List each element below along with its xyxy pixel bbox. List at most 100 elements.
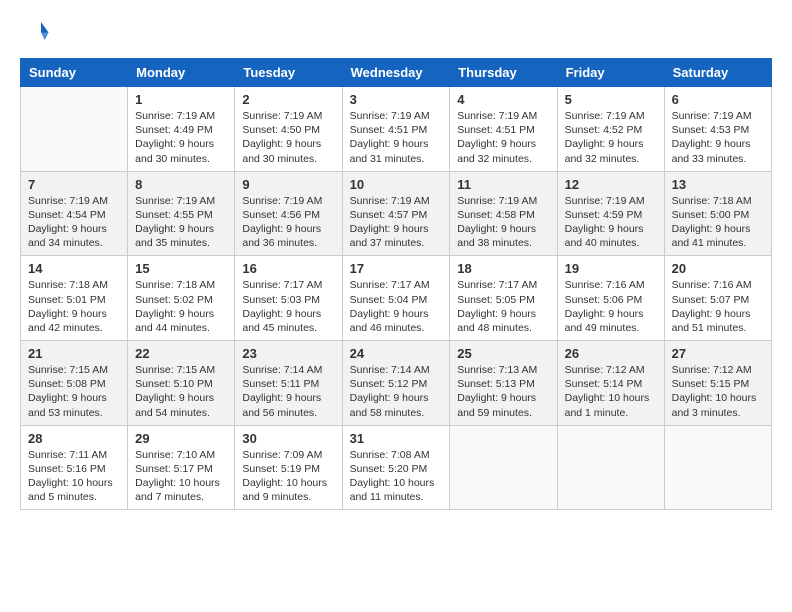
calendar-week-row: 7 Sunrise: 7:19 AM Sunset: 4:54 PM Daylig… bbox=[21, 171, 772, 256]
day-number: 10 bbox=[350, 177, 443, 192]
day-number: 21 bbox=[28, 346, 120, 361]
column-header-tuesday: Tuesday bbox=[235, 59, 342, 87]
day-info: Sunrise: 7:08 AM Sunset: 5:20 PM Dayligh… bbox=[350, 448, 443, 505]
day-number: 26 bbox=[565, 346, 657, 361]
day-number: 3 bbox=[350, 92, 443, 107]
day-number: 2 bbox=[242, 92, 334, 107]
calendar-cell: 2 Sunrise: 7:19 AM Sunset: 4:50 PM Daylig… bbox=[235, 87, 342, 172]
calendar-cell: 22Sunrise: 7:15 AM Sunset: 5:10 PM Dayli… bbox=[128, 341, 235, 426]
day-number: 27 bbox=[672, 346, 764, 361]
calendar-cell bbox=[557, 425, 664, 510]
calendar-header-row: SundayMondayTuesdayWednesdayThursdayFrid… bbox=[21, 59, 772, 87]
calendar-cell: 7 Sunrise: 7:19 AM Sunset: 4:54 PM Daylig… bbox=[21, 171, 128, 256]
day-info: Sunrise: 7:15 AM Sunset: 5:08 PM Dayligh… bbox=[28, 363, 120, 420]
calendar-cell: 1 Sunrise: 7:19 AM Sunset: 4:49 PM Daylig… bbox=[128, 87, 235, 172]
day-info: Sunrise: 7:19 AM Sunset: 4:51 PM Dayligh… bbox=[350, 109, 443, 166]
day-number: 15 bbox=[135, 261, 227, 276]
calendar-cell: 6Sunrise: 7:19 AM Sunset: 4:53 PM Daylig… bbox=[664, 87, 771, 172]
day-number: 16 bbox=[242, 261, 334, 276]
day-number: 11 bbox=[457, 177, 549, 192]
calendar-cell: 9Sunrise: 7:19 AM Sunset: 4:56 PM Daylig… bbox=[235, 171, 342, 256]
day-number: 23 bbox=[242, 346, 334, 361]
column-header-friday: Friday bbox=[557, 59, 664, 87]
calendar-cell bbox=[664, 425, 771, 510]
day-info: Sunrise: 7:19 AM Sunset: 4:58 PM Dayligh… bbox=[457, 194, 549, 251]
calendar-week-row: 14Sunrise: 7:18 AM Sunset: 5:01 PM Dayli… bbox=[21, 256, 772, 341]
calendar-cell: 15 Sunrise: 7:18 AM Sunset: 5:02 PM Dayli… bbox=[128, 256, 235, 341]
day-number: 13 bbox=[672, 177, 764, 192]
day-number: 30 bbox=[242, 431, 334, 446]
calendar-cell: 8Sunrise: 7:19 AM Sunset: 4:55 PM Daylig… bbox=[128, 171, 235, 256]
day-info: Sunrise: 7:19 AM Sunset: 4:57 PM Dayligh… bbox=[350, 194, 443, 251]
day-info: Sunrise: 7:19 AM Sunset: 4:54 PM Dayligh… bbox=[28, 194, 120, 251]
day-number: 1 bbox=[135, 92, 227, 107]
logo-icon bbox=[20, 16, 50, 46]
calendar-cell: 12Sunrise: 7:19 AM Sunset: 4:59 PM Dayli… bbox=[557, 171, 664, 256]
day-number: 14 bbox=[28, 261, 120, 276]
day-info: Sunrise: 7:18 AM Sunset: 5:00 PM Dayligh… bbox=[672, 194, 764, 251]
day-info: Sunrise: 7:12 AM Sunset: 5:15 PM Dayligh… bbox=[672, 363, 764, 420]
column-header-saturday: Saturday bbox=[664, 59, 771, 87]
day-info: Sunrise: 7:16 AM Sunset: 5:07 PM Dayligh… bbox=[672, 278, 764, 335]
calendar-cell: 3 Sunrise: 7:19 AM Sunset: 4:51 PM Daylig… bbox=[342, 87, 450, 172]
day-info: Sunrise: 7:14 AM Sunset: 5:11 PM Dayligh… bbox=[242, 363, 334, 420]
column-header-monday: Monday bbox=[128, 59, 235, 87]
calendar-cell: 23 Sunrise: 7:14 AM Sunset: 5:11 PM Dayli… bbox=[235, 341, 342, 426]
calendar-week-row: 21 Sunrise: 7:15 AM Sunset: 5:08 PM Dayli… bbox=[21, 341, 772, 426]
column-header-wednesday: Wednesday bbox=[342, 59, 450, 87]
day-number: 7 bbox=[28, 177, 120, 192]
calendar-cell: 25 Sunrise: 7:13 AM Sunset: 5:13 PM Dayli… bbox=[450, 341, 557, 426]
day-info: Sunrise: 7:14 AM Sunset: 5:12 PM Dayligh… bbox=[350, 363, 443, 420]
day-info: Sunrise: 7:19 AM Sunset: 4:52 PM Dayligh… bbox=[565, 109, 657, 166]
logo bbox=[20, 16, 54, 46]
calendar-cell: 10 Sunrise: 7:19 AM Sunset: 4:57 PM Dayli… bbox=[342, 171, 450, 256]
calendar-cell: 30 Sunrise: 7:09 AM Sunset: 5:19 PM Dayli… bbox=[235, 425, 342, 510]
calendar-cell: 20 Sunrise: 7:16 AM Sunset: 5:07 PM Dayli… bbox=[664, 256, 771, 341]
calendar-cell bbox=[21, 87, 128, 172]
day-number: 4 bbox=[457, 92, 549, 107]
day-number: 19 bbox=[565, 261, 657, 276]
day-info: Sunrise: 7:19 AM Sunset: 4:49 PM Dayligh… bbox=[135, 109, 227, 166]
day-info: Sunrise: 7:18 AM Sunset: 5:02 PM Dayligh… bbox=[135, 278, 227, 335]
day-number: 28 bbox=[28, 431, 120, 446]
day-info: Sunrise: 7:16 AM Sunset: 5:06 PM Dayligh… bbox=[565, 278, 657, 335]
calendar-cell: 27 Sunrise: 7:12 AM Sunset: 5:15 PM Dayli… bbox=[664, 341, 771, 426]
calendar-cell: 13 Sunrise: 7:18 AM Sunset: 5:00 PM Dayli… bbox=[664, 171, 771, 256]
calendar-week-row: 1 Sunrise: 7:19 AM Sunset: 4:49 PM Daylig… bbox=[21, 87, 772, 172]
column-header-sunday: Sunday bbox=[21, 59, 128, 87]
day-number: 25 bbox=[457, 346, 549, 361]
day-number: 9 bbox=[242, 177, 334, 192]
day-info: Sunrise: 7:19 AM Sunset: 4:50 PM Dayligh… bbox=[242, 109, 334, 166]
calendar-cell: 5 Sunrise: 7:19 AM Sunset: 4:52 PM Daylig… bbox=[557, 87, 664, 172]
day-info: Sunrise: 7:11 AM Sunset: 5:16 PM Dayligh… bbox=[28, 448, 120, 505]
day-info: Sunrise: 7:12 AM Sunset: 5:14 PM Dayligh… bbox=[565, 363, 657, 420]
day-number: 29 bbox=[135, 431, 227, 446]
day-number: 6 bbox=[672, 92, 764, 107]
day-number: 8 bbox=[135, 177, 227, 192]
day-number: 5 bbox=[565, 92, 657, 107]
calendar-cell: 19 Sunrise: 7:16 AM Sunset: 5:06 PM Dayli… bbox=[557, 256, 664, 341]
calendar-cell: 29 Sunrise: 7:10 AM Sunset: 5:17 PM Dayli… bbox=[128, 425, 235, 510]
day-info: Sunrise: 7:19 AM Sunset: 4:59 PM Dayligh… bbox=[565, 194, 657, 251]
calendar-cell: 16 Sunrise: 7:17 AM Sunset: 5:03 PM Dayli… bbox=[235, 256, 342, 341]
calendar-table: SundayMondayTuesdayWednesdayThursdayFrid… bbox=[20, 58, 772, 510]
day-number: 22 bbox=[135, 346, 227, 361]
calendar-cell: 14Sunrise: 7:18 AM Sunset: 5:01 PM Dayli… bbox=[21, 256, 128, 341]
day-info: Sunrise: 7:17 AM Sunset: 5:03 PM Dayligh… bbox=[242, 278, 334, 335]
calendar-cell bbox=[450, 425, 557, 510]
column-header-thursday: Thursday bbox=[450, 59, 557, 87]
day-number: 31 bbox=[350, 431, 443, 446]
day-info: Sunrise: 7:10 AM Sunset: 5:17 PM Dayligh… bbox=[135, 448, 227, 505]
day-info: Sunrise: 7:13 AM Sunset: 5:13 PM Dayligh… bbox=[457, 363, 549, 420]
calendar-cell: 24 Sunrise: 7:14 AM Sunset: 5:12 PM Dayli… bbox=[342, 341, 450, 426]
day-number: 24 bbox=[350, 346, 443, 361]
calendar-cell: 4Sunrise: 7:19 AM Sunset: 4:51 PM Daylig… bbox=[450, 87, 557, 172]
day-info: Sunrise: 7:17 AM Sunset: 5:05 PM Dayligh… bbox=[457, 278, 549, 335]
calendar-cell: 18Sunrise: 7:17 AM Sunset: 5:05 PM Dayli… bbox=[450, 256, 557, 341]
day-number: 20 bbox=[672, 261, 764, 276]
day-info: Sunrise: 7:17 AM Sunset: 5:04 PM Dayligh… bbox=[350, 278, 443, 335]
day-number: 17 bbox=[350, 261, 443, 276]
day-info: Sunrise: 7:09 AM Sunset: 5:19 PM Dayligh… bbox=[242, 448, 334, 505]
page-header bbox=[20, 16, 772, 46]
calendar-cell: 26 Sunrise: 7:12 AM Sunset: 5:14 PM Dayli… bbox=[557, 341, 664, 426]
